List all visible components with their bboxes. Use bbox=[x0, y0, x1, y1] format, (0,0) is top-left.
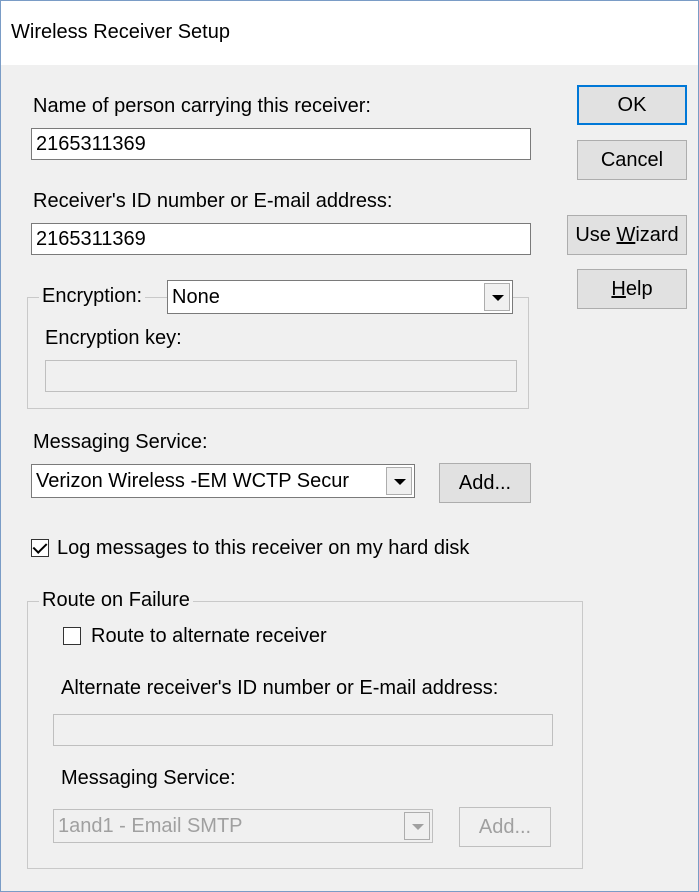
name-input[interactable]: 2165311369 bbox=[31, 128, 531, 160]
ok-button-label: OK bbox=[617, 93, 647, 116]
encryption-select[interactable]: None bbox=[167, 280, 513, 314]
add-button-label: Add... bbox=[458, 471, 512, 494]
cancel-button[interactable]: Cancel bbox=[577, 140, 687, 180]
ok-button[interactable]: OK bbox=[577, 85, 687, 125]
cancel-button-label: Cancel bbox=[600, 148, 664, 171]
route-alternate-checkbox[interactable] bbox=[63, 627, 81, 645]
help-button-label: Help bbox=[611, 277, 653, 300]
help-button[interactable]: Help bbox=[577, 269, 687, 309]
alternate-add-button[interactable]: Add... bbox=[459, 807, 551, 847]
name-label: Name of person carrying this receiver: bbox=[33, 95, 371, 117]
add-messaging-service-button[interactable]: Add... bbox=[439, 463, 531, 503]
log-messages-label: Log messages to this receiver on my hard… bbox=[57, 537, 470, 559]
encryption-key-input[interactable] bbox=[45, 360, 517, 392]
title-bar[interactable]: Wireless Receiver Setup bbox=[1, 1, 698, 65]
receiver-id-input[interactable]: 2165311369 bbox=[31, 223, 531, 255]
messaging-service-select[interactable]: Verizon Wireless -EM WCTP Secur bbox=[31, 464, 415, 498]
alternate-messaging-service-select[interactable]: 1and1 - Email SMTP bbox=[53, 809, 433, 843]
encryption-key-label: Encryption key: bbox=[45, 327, 182, 349]
route-on-failure-label: Route on Failure bbox=[39, 589, 193, 612]
alternate-messaging-service-label: Messaging Service: bbox=[61, 767, 236, 789]
dialog-window: Wireless Receiver Setup Name of person c… bbox=[0, 0, 699, 892]
chevron-down-icon[interactable] bbox=[484, 283, 510, 311]
use-wizard-button[interactable]: Use Wizard bbox=[567, 215, 687, 255]
alternate-add-button-label: Add... bbox=[478, 815, 532, 838]
alternate-messaging-service-value: 1and1 - Email SMTP bbox=[58, 815, 243, 837]
encryption-label: Encryption: bbox=[39, 285, 146, 308]
encryption-select-value: None bbox=[172, 286, 220, 308]
use-wizard-label: Use Wizard bbox=[575, 223, 679, 246]
receiver-id-label: Receiver's ID number or E-mail address: bbox=[33, 190, 393, 212]
alternate-receiver-id-label: Alternate receiver's ID number or E-mail… bbox=[61, 677, 499, 699]
route-alternate-label: Route to alternate receiver bbox=[91, 625, 327, 647]
alternate-receiver-id-input[interactable] bbox=[53, 714, 553, 746]
messaging-service-label: Messaging Service: bbox=[33, 431, 208, 453]
window-title: Wireless Receiver Setup bbox=[11, 21, 230, 43]
messaging-service-select-value: Verizon Wireless -EM WCTP Secur bbox=[36, 470, 350, 492]
log-messages-checkbox[interactable] bbox=[31, 539, 49, 557]
chevron-down-icon[interactable] bbox=[404, 812, 430, 840]
chevron-down-icon[interactable] bbox=[386, 467, 412, 495]
